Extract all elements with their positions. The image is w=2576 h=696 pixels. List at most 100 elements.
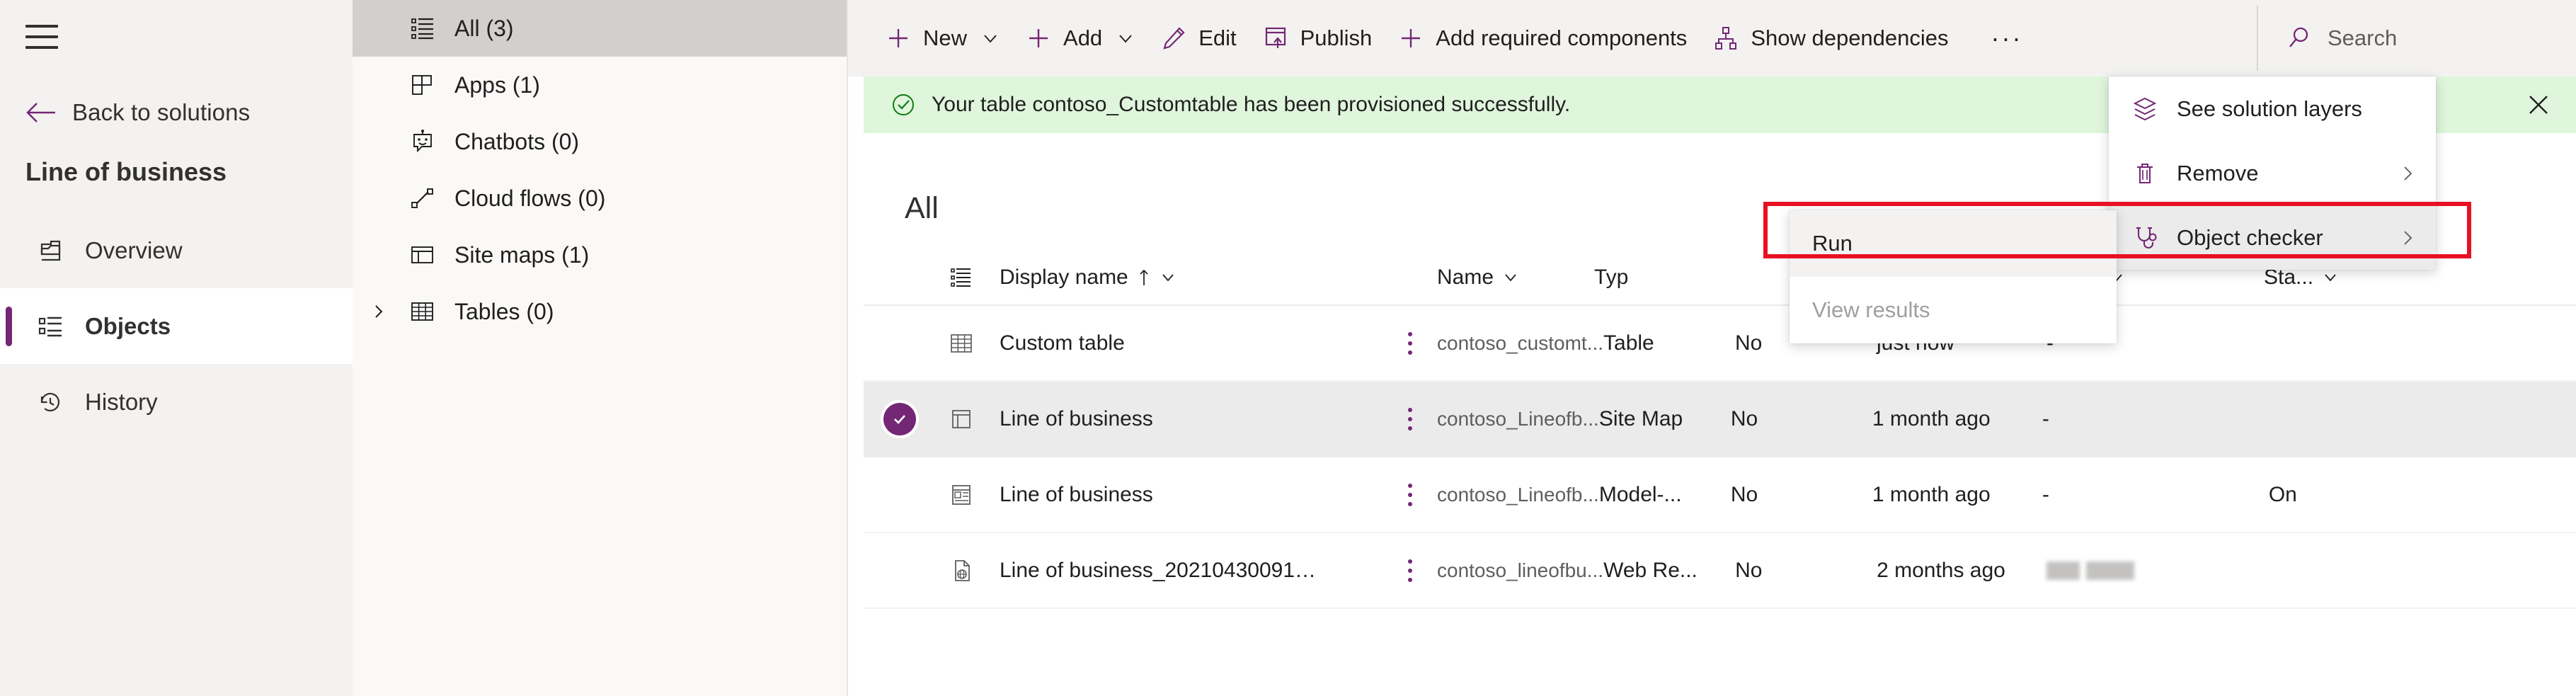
object-filter-all[interactable]: All (3): [353, 0, 847, 57]
table-row[interactable]: Line of business contoso_Lineofb... Site…: [864, 382, 2576, 457]
back-to-solutions-label: Back to solutions: [72, 99, 250, 126]
chevron-right-icon: [2399, 164, 2416, 183]
edit-button-label: Edit: [1198, 25, 1236, 51]
object-filter-site-maps-label: Site maps (1): [454, 242, 589, 268]
row-managed: No: [1735, 331, 1762, 355]
row-more-actions[interactable]: [1383, 332, 1437, 355]
hamburger-icon[interactable]: [25, 25, 58, 49]
publish-button[interactable]: Publish: [1249, 0, 1385, 76]
more-vertical-icon: [1408, 484, 1412, 506]
show-dependencies-button[interactable]: Show dependencies: [1700, 0, 1961, 76]
column-header-display-name[interactable]: Display name: [987, 266, 1383, 290]
add-button[interactable]: Add: [1012, 0, 1147, 76]
row-type-icon-cell: [936, 481, 987, 508]
row-type-icon-cell: [936, 330, 987, 357]
column-header-display-name-label: Display name: [1000, 266, 1128, 290]
sidebar-item-history[interactable]: History: [0, 364, 353, 440]
new-button-label: New: [923, 25, 967, 51]
search-placeholder: Search: [2328, 25, 2397, 51]
chevron-down-icon: [981, 29, 1000, 47]
row-name: contoso_lineofbu...: [1437, 559, 1603, 581]
row-type-icon-cell: [936, 406, 987, 433]
row-owner: -: [2042, 407, 2049, 430]
row-display-name-cell[interactable]: Custom table: [987, 331, 1383, 355]
row-managed-cell: No: [1735, 559, 1877, 583]
row-type-cell: Model-...: [1599, 483, 1731, 507]
submenu-item-run-label: Run: [1812, 231, 1853, 256]
menu-item-see-solution-layers[interactable]: See solution layers: [2109, 76, 2436, 141]
more-vertical-icon: [1408, 332, 1412, 355]
row-name: contoso_Lineofb...: [1437, 484, 1599, 506]
back-to-solutions-link[interactable]: Back to solutions: [25, 94, 250, 131]
row-name-cell: contoso_lineofbu...: [1437, 559, 1603, 582]
object-filter-cloud-flows[interactable]: Cloud flows (0): [353, 170, 847, 227]
web-resource-icon: [948, 557, 975, 584]
row-managed: No: [1735, 559, 1762, 582]
history-clock-icon: [35, 387, 65, 417]
check-circle-icon: [891, 92, 916, 118]
row-type: Model-...: [1599, 483, 1682, 506]
chevron-right-icon[interactable]: [370, 302, 388, 321]
column-header-name[interactable]: Name: [1437, 266, 1594, 290]
sidebar-item-overview[interactable]: Overview: [0, 212, 353, 288]
submenu-item-run[interactable]: Run: [1790, 210, 2117, 277]
new-button[interactable]: New: [872, 0, 1012, 76]
show-dependencies-label: Show dependencies: [1751, 25, 1948, 51]
object-filter-all-label: All (3): [454, 16, 514, 42]
add-required-components-button[interactable]: Add required components: [1385, 0, 1700, 76]
row-name: contoso_Lineofb...: [1437, 408, 1599, 430]
pencil-icon: [1160, 25, 1187, 52]
row-type-cell: Web Re...: [1603, 559, 1735, 583]
row-more-actions[interactable]: [1383, 559, 1437, 582]
table-grid-icon: [409, 298, 436, 325]
menu-item-object-checker[interactable]: Object checker: [2109, 205, 2436, 270]
header-select-list-icon-cell[interactable]: [936, 266, 987, 290]
row-display-name-cell[interactable]: Line of business: [987, 483, 1383, 507]
submenu-item-view-results[interactable]: View results: [1790, 277, 2117, 343]
row-managed-cell: No: [1731, 407, 1872, 431]
object-filter-tables[interactable]: Tables (0): [353, 283, 847, 340]
arrow-left-icon: [25, 101, 57, 125]
menu-item-remove[interactable]: Remove: [2109, 141, 2436, 205]
objects-table: Display name Name: [864, 251, 2576, 609]
search-input[interactable]: Search: [2257, 6, 2558, 71]
sidebar-item-history-label: History: [85, 389, 158, 416]
search-icon: [2286, 25, 2313, 52]
row-name-cell: contoso_Lineofb...: [1437, 484, 1599, 506]
row-display-name-cell[interactable]: Line of business: [987, 407, 1383, 431]
object-filter-chatbots[interactable]: Chatbots (0): [353, 113, 847, 170]
row-type-cell: Table: [1603, 331, 1735, 355]
row-more-actions[interactable]: [1383, 408, 1437, 430]
object-filter-apps-label: Apps (1): [454, 72, 540, 98]
row-status: On: [2269, 483, 2297, 506]
more-commands-button[interactable]: ···: [1962, 0, 2053, 76]
object-filter-apps[interactable]: Apps (1): [353, 57, 847, 113]
table-row[interactable]: Line of business_20210430091… contoso_li…: [864, 533, 2576, 609]
sitemap-icon: [409, 241, 436, 268]
context-menu: See solution layers Remove Object: [2109, 76, 2436, 270]
trash-icon: [2131, 160, 2158, 187]
close-icon[interactable]: [2526, 93, 2551, 117]
chevron-right-icon: [2399, 229, 2416, 247]
table-row[interactable]: Custom table contoso_customt... Table No: [864, 306, 2576, 382]
sidebar-item-objects[interactable]: Objects: [0, 288, 353, 364]
table-icon: [948, 330, 975, 357]
plus-icon: [1397, 25, 1424, 52]
sort-ascending-icon: [1137, 268, 1151, 287]
cloud-flow-icon: [409, 185, 436, 212]
layers-icon: [2131, 96, 2158, 122]
column-header-type[interactable]: Typ: [1594, 266, 1726, 290]
add-button-label: Add: [1063, 25, 1102, 51]
object-filter-site-maps[interactable]: Site maps (1): [353, 227, 847, 283]
row-owner: -: [2042, 483, 2049, 506]
row-name-cell: contoso_Lineofb...: [1437, 408, 1599, 430]
menu-item-see-solution-layers-label: See solution layers: [2177, 96, 2362, 122]
row-display-name-cell[interactable]: Line of business_20210430091…: [987, 559, 1383, 583]
row-checkbox[interactable]: [864, 403, 936, 435]
app-root: Back to solutions Line of business Overv…: [0, 0, 2576, 696]
row-type: Web Re...: [1603, 559, 1698, 582]
solution-title: Line of business: [25, 157, 227, 187]
edit-button[interactable]: Edit: [1147, 0, 1249, 76]
table-row[interactable]: Line of business contoso_Lineofb... Mode…: [864, 457, 2576, 533]
row-more-actions[interactable]: [1383, 484, 1437, 506]
